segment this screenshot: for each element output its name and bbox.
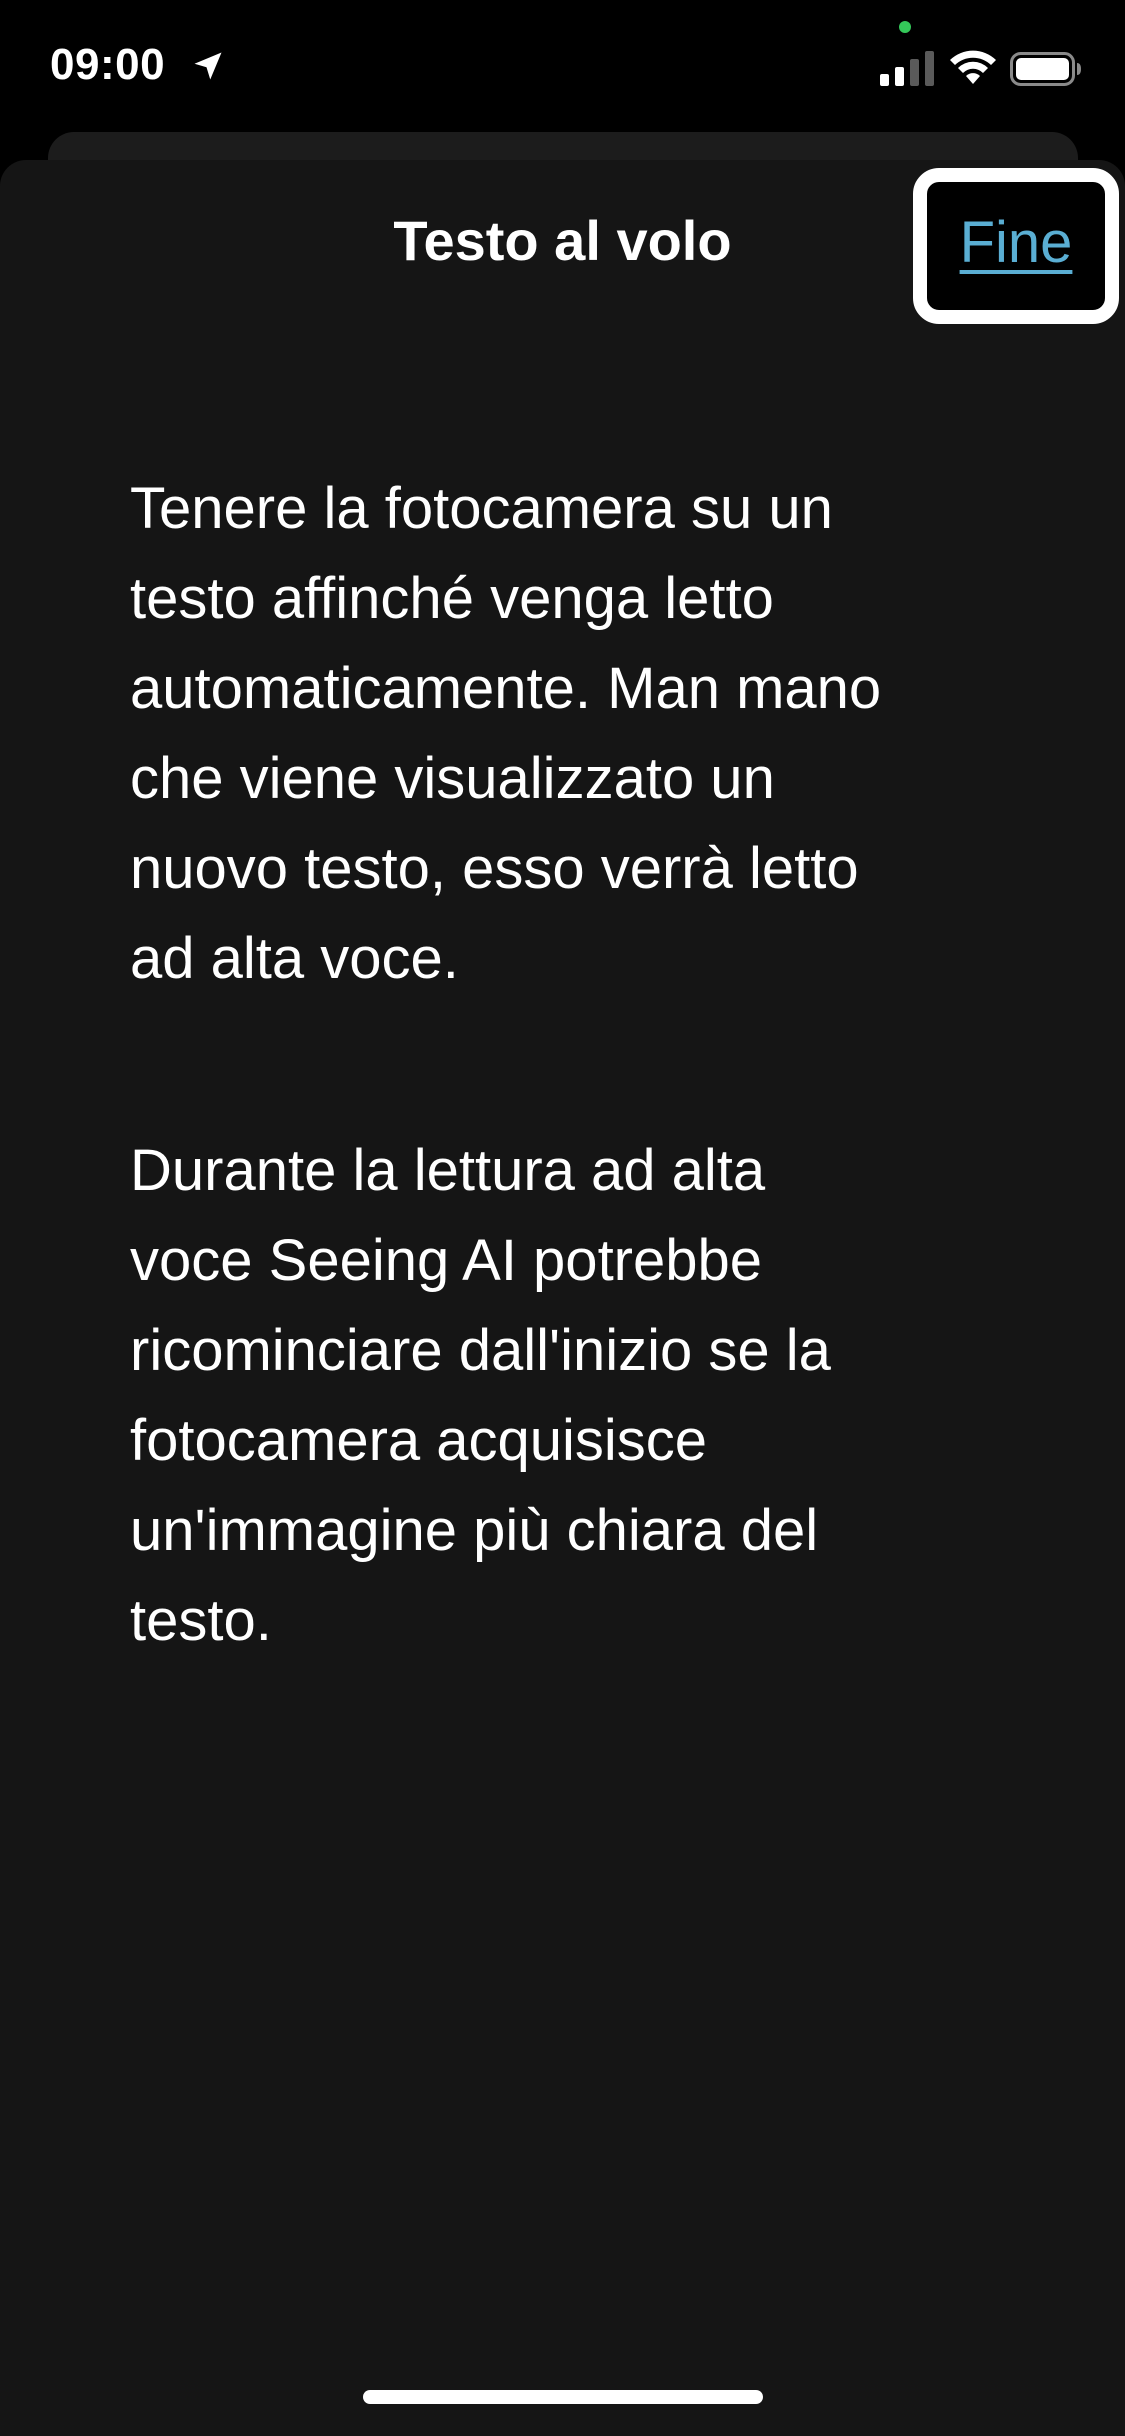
- battery-icon: [1010, 52, 1081, 86]
- location-arrow-icon: [194, 52, 222, 80]
- status-bar: 09:00: [0, 0, 1125, 135]
- help-paragraph-1: Tenere la fotocamera su un testo affinch…: [130, 476, 882, 991]
- done-button-label: Fine: [959, 210, 1073, 275]
- help-content: Tenere la fotocamera su un testo affinch…: [130, 464, 1030, 1788]
- help-paragraph-2: Durante la lettura ad alta voce Seeing A…: [130, 1138, 831, 1653]
- status-time: 09:00: [50, 40, 166, 89]
- screen: 09:00 Testo al volo Fine Tenere la fotoc…: [0, 0, 1125, 2436]
- home-indicator[interactable]: [363, 2390, 763, 2404]
- privacy-indicator-dot: [899, 21, 911, 33]
- done-button[interactable]: Fine: [913, 168, 1119, 324]
- wifi-icon: [950, 50, 996, 84]
- signal-icon: [880, 51, 934, 86]
